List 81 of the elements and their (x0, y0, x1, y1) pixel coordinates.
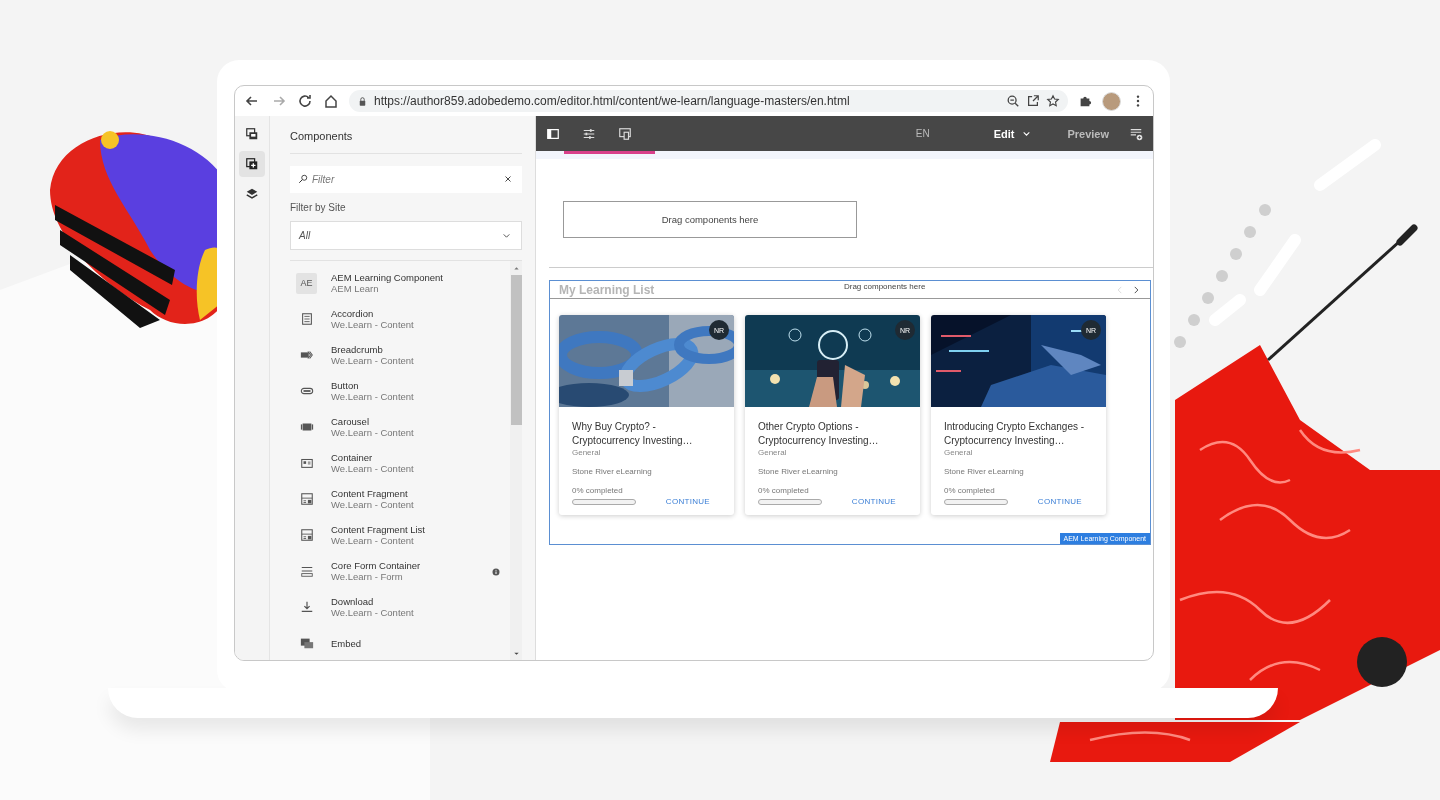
course-title: Other Crypto Options - Cryptocurrency Investing… (758, 420, 880, 448)
component-name[interactable]: Embed (331, 637, 510, 649)
star-icon (1046, 94, 1060, 108)
layers-icon (245, 187, 259, 201)
continue-link[interactable]: CONTINUE (665, 497, 710, 506)
component-name[interactable]: Accordion (331, 308, 510, 319)
drop-hint: Drag components here (842, 281, 927, 291)
progress-label: 0% completed (572, 486, 624, 495)
site-dropdown[interactable]: All (290, 221, 522, 250)
course-category: General (758, 448, 788, 457)
info-icon (492, 568, 500, 576)
component-site: AEM Learn (331, 283, 380, 294)
drop-zone[interactable]: Drag components here (563, 201, 857, 238)
chevron-down-icon (1022, 129, 1032, 138)
address-bar[interactable]: https://author859.adobedemo.com/editor.html/content/we-learn/language-masters/en.html (349, 90, 1068, 112)
continue-link[interactable]: CONTINUE (1037, 497, 1082, 506)
chevron-right-icon (1131, 284, 1141, 295)
annotation-icon (1129, 126, 1143, 141)
add-component-icon (245, 157, 259, 171)
list-title: My Learning List (559, 282, 655, 297)
component-site: We.Learn - Content (331, 535, 415, 546)
accordion-icon (299, 312, 314, 326)
reload-icon (297, 93, 313, 109)
scrollbar[interactable] (510, 261, 522, 660)
fragment-icon (299, 528, 314, 542)
lock-icon (357, 95, 368, 107)
panel-toggle-icon (546, 126, 560, 141)
course-category: General (572, 448, 602, 457)
dot-drawing (1357, 637, 1407, 687)
container-icon (299, 456, 314, 470)
component-name[interactable]: Download (331, 596, 510, 607)
component-name[interactable]: AEM Learning Component (331, 272, 510, 283)
breadcrumb-icon (299, 348, 314, 362)
preview-button[interactable]: Preview (1067, 127, 1109, 140)
component-name[interactable]: Button (331, 380, 510, 391)
component-name[interactable]: Container (331, 452, 510, 463)
download-icon (299, 600, 314, 614)
assets-icon (245, 127, 259, 141)
scroll-up-icon (512, 264, 520, 272)
component-badge: AE (296, 272, 317, 294)
form-icon (299, 564, 314, 578)
chevron-down-icon (502, 231, 511, 240)
component-name[interactable]: Carousel (331, 416, 510, 427)
sliders-icon (582, 126, 596, 141)
filter-label: Filter by Site (290, 202, 347, 213)
mode-dropdown[interactable]: Edit (993, 127, 1032, 140)
panel-title: Components (290, 116, 522, 154)
search-icon (298, 174, 308, 184)
rail-button[interactable] (239, 151, 265, 177)
component-name[interactable]: Content Fragment (331, 488, 510, 499)
component-site: We.Learn - Content (331, 607, 415, 618)
course-author: Stone River eLearning (758, 467, 839, 476)
zoom-icon (1006, 94, 1020, 108)
course-category: General (944, 448, 974, 457)
home-icon (323, 93, 339, 109)
progress-label: 0% completed (944, 486, 996, 495)
share-icon (1026, 94, 1040, 108)
puzzle-icon (1078, 94, 1092, 108)
component-site: We.Learn - Content (331, 355, 415, 366)
continue-link[interactable]: CONTINUE (851, 497, 896, 506)
component-name[interactable]: Content Fragment List (331, 524, 510, 535)
close-icon (504, 175, 512, 183)
filter-field[interactable]: Filter (290, 166, 522, 193)
course-author: Stone River eLearning (572, 467, 653, 476)
progress-label: 0% completed (758, 486, 810, 495)
component-site: We.Learn - Content (331, 391, 415, 402)
component-name[interactable]: Core Form Container (331, 560, 478, 571)
language-label: EN (915, 128, 930, 139)
component-site: We.Learn - Content (331, 499, 415, 510)
fragment-icon (299, 492, 314, 506)
component-name[interactable]: Breadcrumb (331, 344, 510, 355)
component-site: We.Learn - Content (331, 463, 415, 474)
avatar[interactable] (1102, 91, 1121, 111)
course-title: Introducing Crypto Exchanges - Cryptocurrency Investing… (944, 420, 1086, 448)
course-title: Why Buy Crypto? - Cryptocurrency Investing… (572, 420, 694, 448)
embed-icon (299, 636, 314, 650)
component-site: We.Learn - Content (331, 427, 415, 438)
component-site: We.Learn - Form (331, 571, 404, 582)
course-author: Stone River eLearning (944, 467, 1025, 476)
devices-icon (618, 126, 632, 141)
component-site: We.Learn - Content (331, 319, 415, 330)
